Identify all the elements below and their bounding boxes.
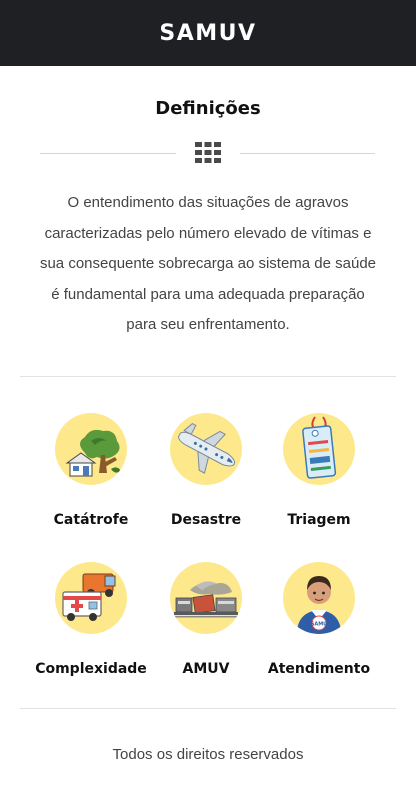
house-tree-icon (65, 429, 121, 477)
airplane-icon (178, 423, 236, 474)
tile-catastrofe[interactable]: Catátrofe (26, 413, 156, 553)
page-title: Definições (155, 98, 261, 119)
tile-label: Atendimento (267, 661, 371, 677)
tile-atendimento[interactable]: SAMU Atendimento (254, 562, 384, 702)
tile-amuv[interactable]: AMUV (141, 562, 271, 702)
intro-line: O entendimento das situações de agravos (67, 194, 349, 211)
tile-label: Catátrofe (53, 512, 129, 528)
footer-divider (20, 708, 396, 709)
tile-icon-circle (170, 562, 242, 634)
intro-paragraph: O entendimento das situações de agravos … (30, 188, 386, 341)
tile-label: Triagem (287, 512, 351, 528)
tile-label: AMUV (182, 661, 230, 677)
divider-line-left (40, 153, 176, 154)
intro-line: caracterizadas pelo número elevado de ví… (44, 224, 372, 242)
triage-tag-icon (302, 416, 337, 479)
grid-icon (195, 142, 221, 163)
samu-badge-text: SAMU (311, 622, 328, 628)
title-divider (0, 140, 416, 166)
train-wreck-icon (174, 581, 238, 618)
footer-text: Todos os direitos reservados (112, 746, 304, 763)
divider-line-right (240, 153, 375, 154)
tile-label: Complexidade (35, 661, 147, 677)
tile-triagem[interactable]: Triagem (254, 413, 384, 553)
ambulance-truck-icon (62, 573, 116, 621)
intro-line: sua consequente sobrecarga ao sistema de… (39, 255, 377, 272)
intro-line: é fundamental para uma adequada preparaç… (51, 285, 365, 303)
paramedic-icon: SAMU (297, 576, 341, 634)
tile-icon-circle (170, 413, 242, 485)
section-divider (20, 376, 396, 377)
intro-line: para seu enfrentamento. (126, 316, 290, 333)
tile-icon-circle (283, 413, 355, 485)
tile-icon-circle (55, 413, 127, 485)
tile-icon-circle: SAMU (283, 562, 355, 634)
tile-complexidade[interactable]: Complexidade (26, 562, 156, 702)
tile-desastre[interactable]: Desastre (141, 413, 271, 553)
app-header: SAMUV (0, 0, 416, 66)
tile-icon-circle (55, 562, 127, 634)
tile-label: Desastre (170, 512, 242, 528)
app-title: SAMUV (159, 20, 257, 46)
